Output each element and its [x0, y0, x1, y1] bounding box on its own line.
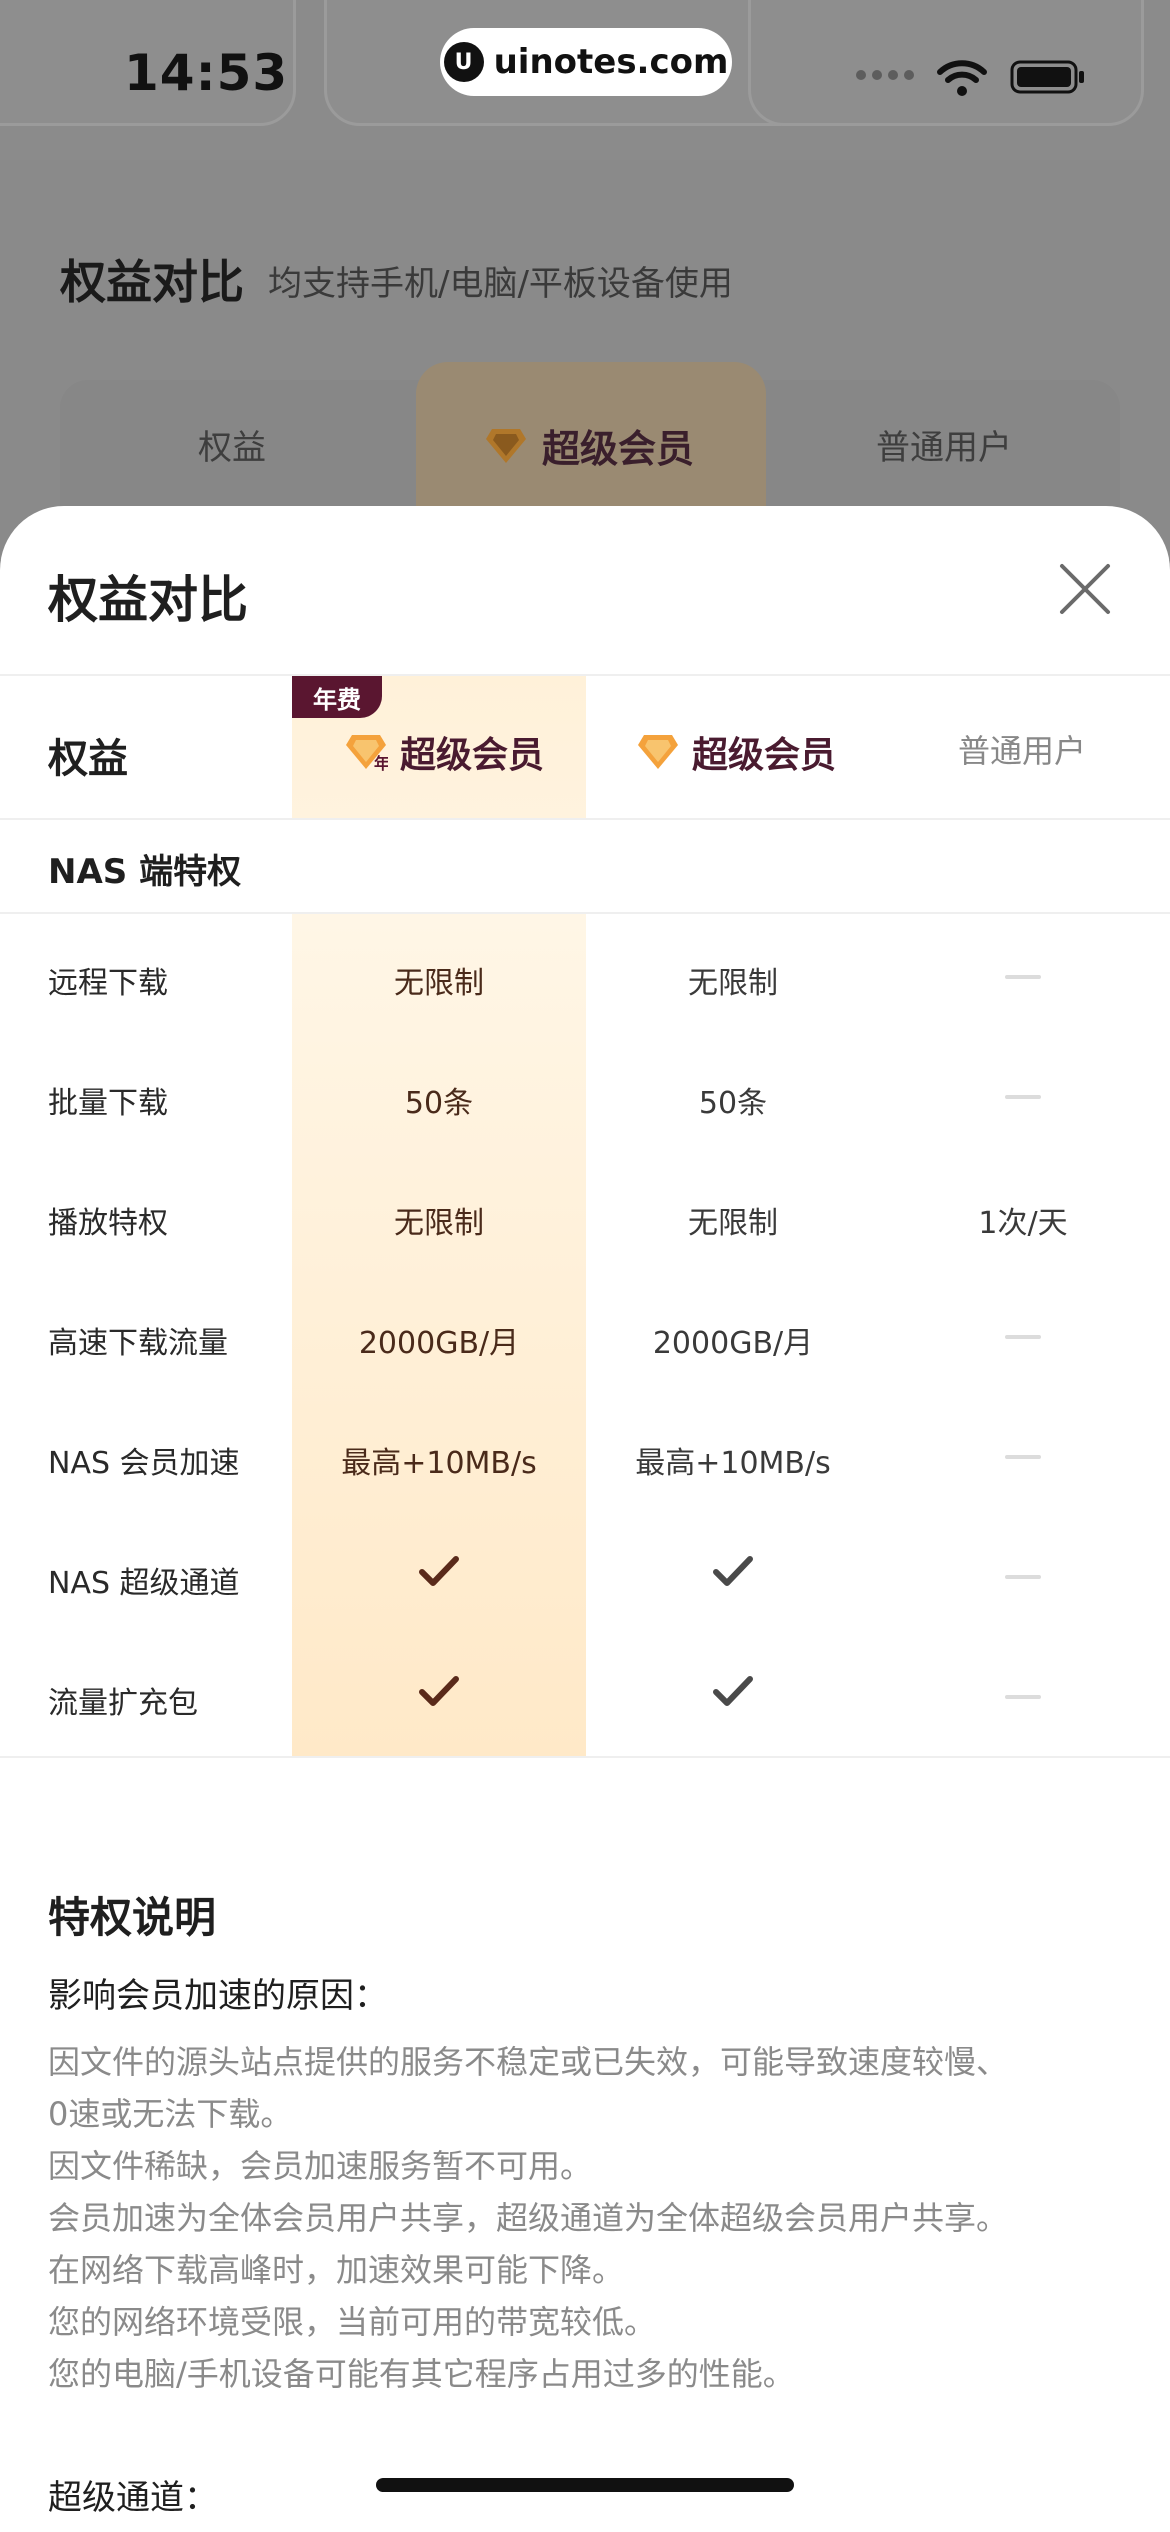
description-line: 会员加速为全体会员用户共享，超级通道为全体超级会员用户共享。: [48, 2199, 1009, 2237]
cell-super: [586, 1552, 880, 1588]
dash-icon: [1005, 1574, 1041, 1579]
background-tab-rights: 权益: [198, 428, 266, 468]
url-pill[interactable]: U uinotes.com: [440, 28, 732, 96]
battery-icon: [1010, 60, 1084, 94]
background-title: 权益对比: [60, 255, 244, 309]
cell-annual: 最高+10MB/s: [341, 1446, 537, 1481]
row-label: 播放特权: [48, 1206, 168, 1241]
cell-super: 最高+10MB/s: [635, 1446, 831, 1481]
cell-super: 无限制: [688, 966, 778, 1001]
plan-header-annual-super[interactable]: 年 超级会员: [344, 726, 544, 778]
url-text: uinotes.com: [493, 42, 729, 82]
row-label: 远程下载: [48, 966, 168, 1001]
wifi-icon: [937, 60, 987, 96]
dash-icon: [1005, 1454, 1041, 1459]
cell-annual: 无限制: [394, 1206, 484, 1241]
cell-super: [586, 1672, 880, 1708]
cell-super: 2000GB/月: [652, 1326, 814, 1361]
cell-annual: 50条: [404, 1086, 474, 1121]
dash-icon: [1005, 1094, 1041, 1099]
divider: [0, 912, 1170, 914]
row-label: 流量扩充包: [48, 1686, 198, 1721]
gem-icon: [486, 428, 526, 463]
check-icon: [713, 1555, 753, 1586]
status-bar: 14:53 U uinotes.com: [0, 0, 1170, 160]
cell-normal: [876, 1558, 1170, 1593]
plan-header-normal[interactable]: 普通用户: [958, 726, 1086, 772]
row-label: 高速下载流量: [48, 1326, 228, 1361]
check-icon: [713, 1675, 753, 1706]
annual-gem-icon: 年: [346, 735, 388, 773]
dash-icon: [1005, 1694, 1041, 1699]
comparison-sheet: 权益对比 权益 年费 年 超级会员 超级会员 普通用户 NAS 端特权 远程下载…: [0, 506, 1170, 2532]
background-subtitle: 均支持手机/电脑/平板设备使用: [268, 264, 733, 304]
super-channel-subtitle: 超级通道：: [48, 2478, 218, 2518]
sheet-title: 权益对比: [48, 571, 248, 629]
description-title: 特权说明: [48, 1893, 217, 1942]
status-time: 14:53: [124, 44, 289, 102]
check-icon: [419, 1675, 459, 1706]
description-line: 在网络下载高峰时，加速效果可能下降。: [48, 2251, 625, 2289]
plan-header-label: 超级会员: [400, 735, 545, 776]
gem-icon: [638, 735, 678, 769]
row-label: 批量下载: [48, 1086, 168, 1121]
plan-header-label: 普通用户: [958, 732, 1087, 770]
cell-normal: [876, 1078, 1170, 1113]
header-label-rights: 权益: [48, 736, 128, 782]
description-line: 因文件稀缺，会员加速服务暂不可用。: [48, 2147, 593, 2185]
cell-normal: [876, 1678, 1170, 1713]
cell-annual: 2000GB/月: [358, 1326, 520, 1361]
cellular-signal-icon: [856, 70, 914, 80]
section-title-nas: NAS 端特权: [48, 852, 242, 892]
divider: [0, 818, 1170, 820]
cell-normal: [876, 1438, 1170, 1473]
cell-normal: [876, 1318, 1170, 1353]
close-icon[interactable]: [1058, 562, 1112, 616]
description-line: 您的网络环境受限，当前可用的带宽较低。: [48, 2303, 657, 2341]
description-lines: 因文件的源头站点提供的服务不稳定或已失效，可能导致速度较慢、 0速或无法下载。 …: [48, 2036, 1128, 2400]
cell-annual: 无限制: [394, 966, 484, 1001]
annual-gem-label: 年: [374, 754, 388, 773]
background-tab-super-label: 超级会员: [542, 427, 695, 471]
description-line: 您的电脑/手机设备可能有其它程序占用过多的性能。: [48, 2355, 795, 2393]
site-logo-icon: U: [443, 42, 484, 82]
cell-normal: [876, 958, 1170, 993]
background-tab-normal: 普通用户: [876, 428, 1012, 468]
cell-annual: [292, 1672, 586, 1708]
description-line: 0速或无法下载。: [48, 2095, 293, 2133]
home-indicator[interactable]: [376, 2478, 794, 2492]
dash-icon: [1005, 1334, 1041, 1339]
background-tab-super: 超级会员: [484, 418, 694, 473]
check-icon: [419, 1555, 459, 1586]
cell-annual: [292, 1552, 586, 1588]
row-label: NAS 会员加速: [48, 1446, 240, 1481]
cell-super: 无限制: [688, 1206, 778, 1241]
cell-super: 50条: [698, 1086, 768, 1121]
dash-icon: [1005, 974, 1041, 979]
description-subtitle: 影响会员加速的原因：: [48, 1976, 388, 2016]
plan-header-label: 超级会员: [692, 735, 837, 776]
row-label: NAS 超级通道: [48, 1566, 240, 1601]
description-line: 因文件的源头站点提供的服务不稳定或已失效，可能导致速度较慢、: [48, 2043, 1009, 2081]
annual-badge: 年费: [292, 676, 382, 718]
divider: [0, 1756, 1170, 1758]
cell-normal: 1次/天: [978, 1206, 1068, 1241]
plan-header-super[interactable]: 超级会员: [636, 726, 836, 778]
